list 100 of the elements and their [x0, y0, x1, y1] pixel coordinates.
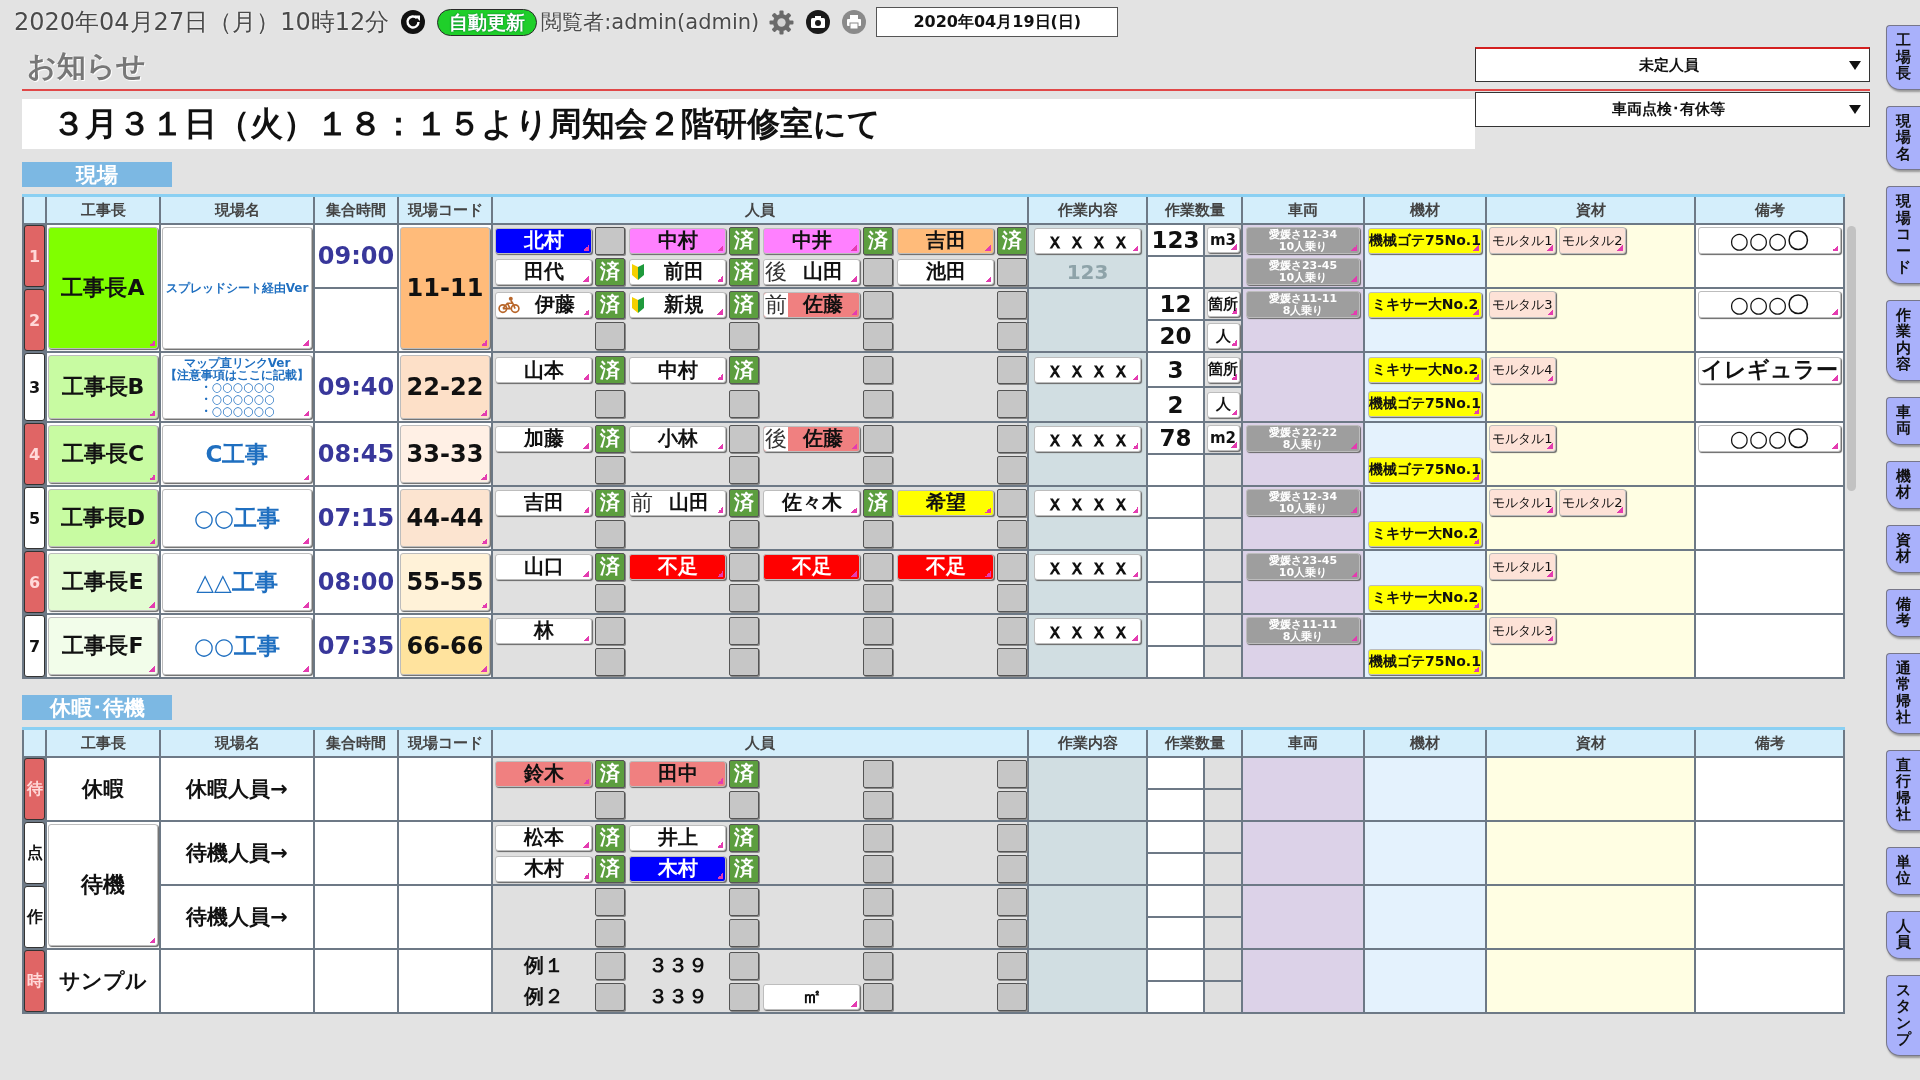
stamp-slot[interactable] [863, 290, 893, 319]
stamp-slot[interactable] [997, 356, 1027, 384]
stamp-slot[interactable] [997, 257, 1027, 286]
unit-tag[interactable]: m3 [1206, 227, 1240, 253]
material-tag[interactable]: モルタル2 [1559, 489, 1626, 516]
stamp-slot[interactable] [729, 982, 759, 1011]
equipment-tag[interactable]: 機械ゴテ75No.1 [1368, 648, 1482, 675]
name-tag[interactable]: 前田 [629, 258, 726, 285]
name-tag[interactable]: 吉田 [495, 489, 592, 516]
stamp-slot[interactable] [863, 616, 893, 645]
leader-tag[interactable]: 工事長D [48, 489, 158, 547]
stamp-slot[interactable] [595, 918, 625, 947]
name-tag[interactable]: 山口 [495, 553, 592, 580]
stamp-slot[interactable] [863, 951, 893, 980]
stamp-slot[interactable] [997, 455, 1027, 484]
stamp-slot[interactable] [997, 982, 1027, 1011]
name-tag[interactable]: 田中 [629, 760, 726, 787]
name-tag[interactable]: 林 [495, 617, 592, 644]
camera-icon[interactable] [806, 10, 831, 34]
leader-tag[interactable]: 工事長C [48, 425, 158, 483]
stamp-slot[interactable] [997, 583, 1027, 612]
stamp-slot[interactable] [997, 424, 1027, 453]
stamp-slot[interactable] [729, 583, 759, 612]
stamp-slot[interactable] [595, 790, 625, 819]
stamp-slot[interactable] [997, 790, 1027, 819]
name-tag[interactable]: 中村 [629, 227, 726, 254]
unit-tag[interactable]: 人 [1206, 391, 1240, 418]
stamp-slot[interactable] [863, 424, 893, 453]
stamp-slot[interactable] [729, 321, 759, 350]
name-tag[interactable]: 田代 [495, 258, 592, 285]
site-tag[interactable]: マップ直リンクVer 【注意事項はここに記載】 ・○○○○○○ ・○○○○○○ ・○○○○○○ [162, 355, 312, 419]
stamp-slot[interactable] [595, 519, 625, 548]
stamp-slot[interactable] [863, 887, 893, 916]
stamp-slot[interactable] [863, 552, 893, 581]
name-tag[interactable]: 前 山田 [629, 489, 726, 516]
material-tag[interactable]: モルタル3 [1489, 617, 1556, 644]
side-tab[interactable]: 単位 [1886, 846, 1920, 895]
work-tag[interactable]: ｘｘｘｘ [1034, 227, 1141, 254]
name-tag[interactable]: 不足 [897, 553, 994, 580]
code-tag[interactable]: 44-44 [400, 489, 490, 547]
site-tag[interactable]: スプレッドシート経由Ver [162, 227, 312, 349]
name-tag[interactable]: 不足 [629, 553, 726, 580]
stamp-slot[interactable] [729, 616, 759, 645]
work-tag[interactable]: ｘｘｘｘ [1034, 357, 1141, 383]
stamp-slot[interactable] [997, 519, 1027, 548]
stamp-slot[interactable] [863, 519, 893, 548]
name-tag[interactable]: 中井 [763, 227, 860, 254]
name-tag[interactable]: 木村 [629, 855, 726, 882]
equipment-tag[interactable]: ミキサー大No.2 [1368, 291, 1482, 318]
equipment-tag[interactable]: 機械ゴテ75No.1 [1368, 391, 1482, 417]
dropdown[interactable]: 未定人員 [1475, 47, 1870, 82]
unit-tag[interactable]: 箇所 [1206, 356, 1240, 383]
note-tag[interactable]: ○○○〇 [1698, 425, 1841, 452]
name-tag[interactable]: 北村 [495, 227, 592, 254]
side-tab[interactable]: 作業内容 [1886, 299, 1920, 381]
stamp-slot[interactable] [595, 951, 625, 980]
stamp-slot[interactable] [997, 647, 1027, 676]
stamp-slot[interactable] [863, 583, 893, 612]
side-tab[interactable]: 車両 [1886, 396, 1920, 445]
dropdown[interactable]: 車両点検･有休等 [1475, 92, 1870, 127]
stamp-slot[interactable] [997, 854, 1027, 883]
stamp-slot[interactable] [729, 790, 759, 819]
name-tag[interactable]: 山本 [495, 357, 592, 383]
date-field[interactable]: 2020年04月19日(日) [876, 7, 1119, 37]
stamp-slot[interactable] [997, 951, 1027, 980]
material-tag[interactable]: モルタル3 [1489, 291, 1556, 318]
name-tag[interactable]: 佐々木 [763, 489, 860, 516]
code-tag[interactable]: 22-22 [400, 355, 490, 419]
side-tab[interactable]: 機材 [1886, 460, 1920, 509]
stamp-slot[interactable] [997, 616, 1027, 645]
work-tag[interactable]: ｘｘｘｘ [1034, 489, 1141, 516]
equipment-tag[interactable]: ミキサー大No.2 [1368, 584, 1482, 611]
name-tag[interactable]: 新規 [629, 291, 726, 318]
stamp-slot[interactable] [595, 455, 625, 484]
stamp-slot[interactable] [863, 854, 893, 883]
material-tag[interactable]: モルタル2 [1559, 227, 1626, 254]
code-tag[interactable]: 66-66 [400, 617, 490, 675]
leader-tag[interactable]: 待機 [48, 824, 158, 946]
stamp-slot[interactable] [997, 887, 1027, 916]
stamp-slot[interactable] [863, 823, 893, 852]
stamp-slot[interactable] [595, 390, 625, 418]
stamp-slot[interactable] [595, 887, 625, 916]
settings-icon[interactable] [769, 9, 795, 35]
stamp-slot[interactable] [729, 951, 759, 980]
name-tag[interactable]: 吉田 [897, 227, 994, 254]
stamp-slot[interactable] [595, 982, 625, 1011]
work-tag[interactable]: ｘｘｘｘ [1034, 553, 1141, 580]
name-tag[interactable]: 小林 [629, 425, 726, 452]
stamp-slot[interactable] [997, 321, 1027, 350]
refresh-icon[interactable] [401, 10, 426, 34]
stamp-slot[interactable] [595, 321, 625, 350]
stamp-slot[interactable] [729, 552, 759, 581]
stamp-slot[interactable] [997, 759, 1027, 788]
code-tag[interactable]: 33-33 [400, 425, 490, 483]
side-tab[interactable]: スタンプ [1886, 974, 1920, 1056]
unit-tag[interactable]: 人 [1206, 323, 1240, 349]
printer-icon[interactable] [842, 10, 867, 34]
site-tag[interactable]: △△工事 [162, 553, 312, 611]
name-tag[interactable]: 松本 [495, 824, 592, 851]
stamp-slot[interactable] [863, 647, 893, 676]
